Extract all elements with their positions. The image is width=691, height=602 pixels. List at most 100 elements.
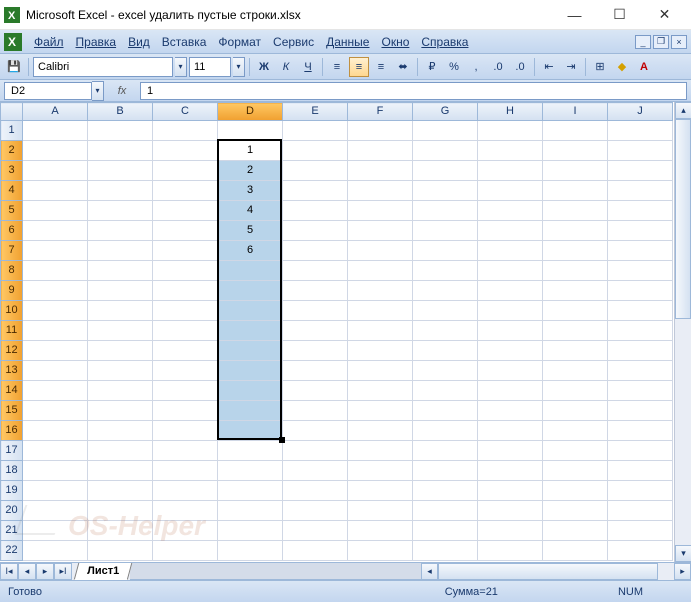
cell-D22[interactable] xyxy=(218,541,283,561)
cell-F13[interactable] xyxy=(348,361,413,381)
cell-B17[interactable] xyxy=(88,441,153,461)
cell-D19[interactable] xyxy=(218,481,283,501)
vertical-scrollbar[interactable]: ▴ ▾ xyxy=(674,102,691,562)
cell-E18[interactable] xyxy=(283,461,348,481)
font-dropdown-icon[interactable]: ▾ xyxy=(175,57,187,77)
cell-D21[interactable] xyxy=(218,521,283,541)
cell-A22[interactable] xyxy=(23,541,88,561)
cell-F18[interactable] xyxy=(348,461,413,481)
cell-B19[interactable] xyxy=(88,481,153,501)
tab-nav-first-button[interactable]: I◂ xyxy=(0,563,18,580)
cell-G14[interactable] xyxy=(413,381,478,401)
row-header-4[interactable]: 4 xyxy=(1,181,23,201)
fx-button[interactable]: fx xyxy=(112,82,132,100)
font-size-dropdown-icon[interactable]: ▾ xyxy=(233,57,245,77)
cell-D1[interactable] xyxy=(218,121,283,141)
cell-E15[interactable] xyxy=(283,401,348,421)
fill-color-button[interactable]: ◆ xyxy=(612,57,632,77)
cell-A2[interactable] xyxy=(23,141,88,161)
cell-D8[interactable] xyxy=(218,261,283,281)
cell-E9[interactable] xyxy=(283,281,348,301)
align-center-button[interactable]: ≡ xyxy=(349,57,369,77)
cell-F7[interactable] xyxy=(348,241,413,261)
cell-J16[interactable] xyxy=(608,421,673,441)
cell-B11[interactable] xyxy=(88,321,153,341)
cell-A11[interactable] xyxy=(23,321,88,341)
cell-F17[interactable] xyxy=(348,441,413,461)
tab-nav-prev-button[interactable]: ◂ xyxy=(18,563,36,580)
cell-C3[interactable] xyxy=(153,161,218,181)
cell-H20[interactable] xyxy=(478,501,543,521)
cell-J20[interactable] xyxy=(608,501,673,521)
cell-F16[interactable] xyxy=(348,421,413,441)
cell-D12[interactable] xyxy=(218,341,283,361)
cell-J14[interactable] xyxy=(608,381,673,401)
cell-H4[interactable] xyxy=(478,181,543,201)
cell-H13[interactable] xyxy=(478,361,543,381)
cell-G19[interactable] xyxy=(413,481,478,501)
cell-F20[interactable] xyxy=(348,501,413,521)
cell-I18[interactable] xyxy=(543,461,608,481)
cell-E7[interactable] xyxy=(283,241,348,261)
formula-input[interactable]: 1 xyxy=(140,82,687,100)
menu-insert[interactable]: Вставка xyxy=(156,32,213,52)
cell-H16[interactable] xyxy=(478,421,543,441)
cell-A14[interactable] xyxy=(23,381,88,401)
cell-A7[interactable] xyxy=(23,241,88,261)
cell-C21[interactable] xyxy=(153,521,218,541)
cell-J22[interactable] xyxy=(608,541,673,561)
cell-J4[interactable] xyxy=(608,181,673,201)
cell-D17[interactable] xyxy=(218,441,283,461)
cell-J18[interactable] xyxy=(608,461,673,481)
cell-J17[interactable] xyxy=(608,441,673,461)
cell-G5[interactable] xyxy=(413,201,478,221)
cell-H10[interactable] xyxy=(478,301,543,321)
cell-D6[interactable]: 5 xyxy=(218,221,283,241)
cell-I2[interactable] xyxy=(543,141,608,161)
cell-J2[interactable] xyxy=(608,141,673,161)
cell-A20[interactable] xyxy=(23,501,88,521)
subwindow-restore-button[interactable]: ❐ xyxy=(653,35,669,49)
cell-J6[interactable] xyxy=(608,221,673,241)
cell-G6[interactable] xyxy=(413,221,478,241)
cell-J1[interactable] xyxy=(608,121,673,141)
cell-H22[interactable] xyxy=(478,541,543,561)
cell-F10[interactable] xyxy=(348,301,413,321)
cell-E14[interactable] xyxy=(283,381,348,401)
cell-A16[interactable] xyxy=(23,421,88,441)
scroll-thumb[interactable] xyxy=(675,119,691,319)
row-header-9[interactable]: 9 xyxy=(1,281,23,301)
cell-E3[interactable] xyxy=(283,161,348,181)
cell-B1[interactable] xyxy=(88,121,153,141)
cell-E19[interactable] xyxy=(283,481,348,501)
menu-view[interactable]: Вид xyxy=(122,32,156,52)
select-all-button[interactable] xyxy=(1,103,23,121)
column-header-J[interactable]: J xyxy=(608,103,673,121)
cell-G13[interactable] xyxy=(413,361,478,381)
row-header-22[interactable]: 22 xyxy=(1,541,23,561)
cell-F5[interactable] xyxy=(348,201,413,221)
cell-D4[interactable]: 3 xyxy=(218,181,283,201)
increase-decimal-button[interactable]: .0 xyxy=(488,57,508,77)
cell-I4[interactable] xyxy=(543,181,608,201)
cell-B21[interactable] xyxy=(88,521,153,541)
scroll-left-button[interactable]: ◂ xyxy=(421,563,438,580)
cell-C8[interactable] xyxy=(153,261,218,281)
column-header-B[interactable]: B xyxy=(88,103,153,121)
row-header-10[interactable]: 10 xyxy=(1,301,23,321)
cell-C15[interactable] xyxy=(153,401,218,421)
cell-C17[interactable] xyxy=(153,441,218,461)
row-header-18[interactable]: 18 xyxy=(1,461,23,481)
cell-C11[interactable] xyxy=(153,321,218,341)
cell-H1[interactable] xyxy=(478,121,543,141)
cell-B18[interactable] xyxy=(88,461,153,481)
cell-C9[interactable] xyxy=(153,281,218,301)
cell-B2[interactable] xyxy=(88,141,153,161)
cell-C22[interactable] xyxy=(153,541,218,561)
cell-D16[interactable] xyxy=(218,421,283,441)
row-header-7[interactable]: 7 xyxy=(1,241,23,261)
cell-C16[interactable] xyxy=(153,421,218,441)
cell-G18[interactable] xyxy=(413,461,478,481)
cell-I9[interactable] xyxy=(543,281,608,301)
cell-D13[interactable] xyxy=(218,361,283,381)
